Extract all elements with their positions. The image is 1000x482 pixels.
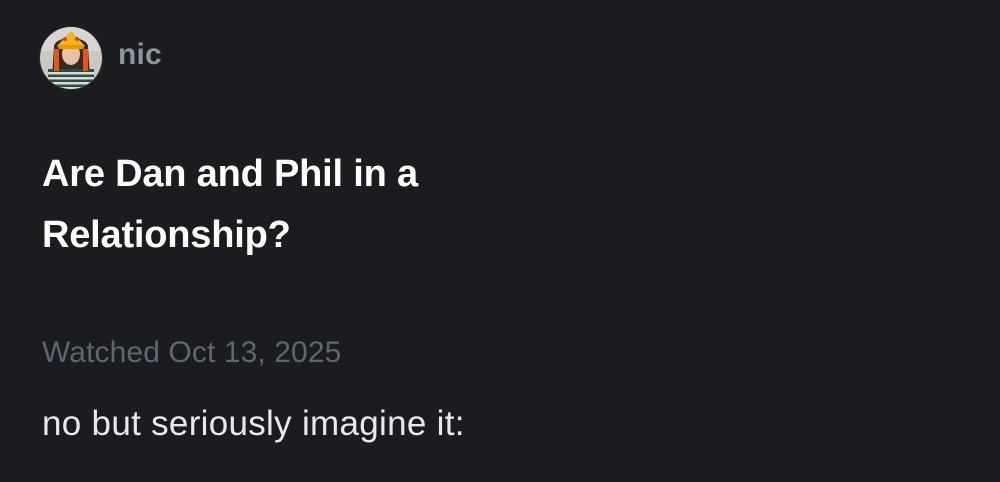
review-author[interactable]: nic xyxy=(40,27,162,89)
review-screen: nic Are Dan and Phil in a Relationship? … xyxy=(0,0,1000,482)
watched-date: Watched Oct 13, 2025 xyxy=(42,336,342,369)
avatar[interactable] xyxy=(40,27,102,89)
review-title[interactable]: Are Dan and Phil in a Relationship? xyxy=(42,144,602,266)
review-text: no but seriously imagine it: xyxy=(42,404,465,443)
username[interactable]: nic xyxy=(118,38,162,72)
avatar-image xyxy=(40,27,102,89)
